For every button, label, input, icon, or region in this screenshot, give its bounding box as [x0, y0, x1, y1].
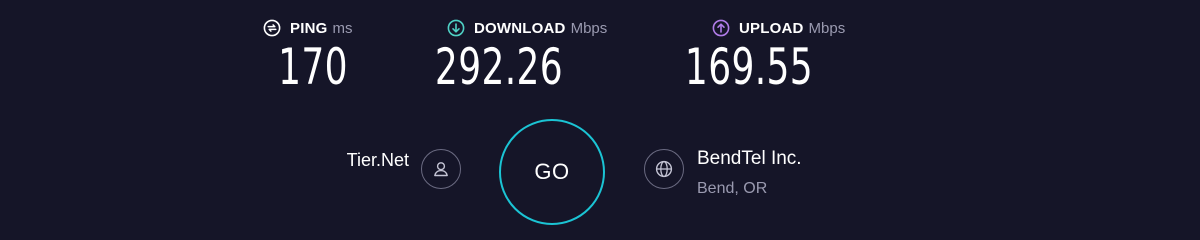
ping-header: PING ms — [263, 17, 373, 39]
download-icon — [447, 19, 465, 37]
download-value: 292.26 — [434, 38, 564, 96]
download-metric: DOWNLOAD Mbps 292.26 — [435, 17, 637, 96]
user-icon[interactable] — [421, 149, 461, 189]
server-location: Bend, OR — [697, 180, 768, 197]
ping-metric: PING ms 170 — [263, 17, 373, 95]
ping-value: 170 — [278, 38, 348, 96]
ping-unit: ms — [332, 19, 353, 37]
download-unit: Mbps — [570, 19, 608, 37]
upload-value: 169.55 — [684, 38, 814, 96]
upload-header: UPLOAD Mbps — [712, 17, 872, 39]
go-button-label: GO — [534, 159, 570, 184]
go-button[interactable]: GO — [499, 119, 605, 225]
upload-icon — [712, 19, 730, 37]
upload-label: UPLOAD — [739, 19, 804, 37]
provider-name: Tier.Net — [346, 150, 409, 170]
download-header: DOWNLOAD Mbps — [447, 17, 637, 39]
download-label: DOWNLOAD — [474, 19, 566, 37]
ping-label: PING — [290, 19, 328, 37]
globe-icon[interactable] — [644, 149, 684, 189]
server-name[interactable]: BendTel Inc. — [697, 148, 802, 170]
ping-icon — [263, 19, 281, 37]
upload-unit: Mbps — [808, 19, 846, 37]
upload-metric: UPLOAD Mbps 169.55 — [685, 17, 872, 96]
